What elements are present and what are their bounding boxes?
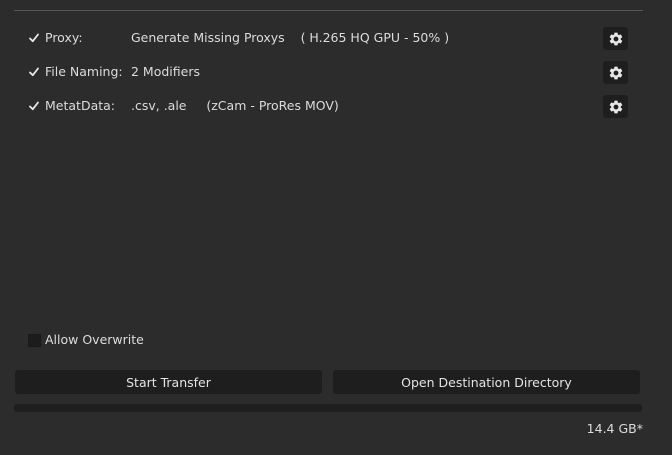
proxy-label: Proxy:	[45, 30, 83, 45]
gear-icon	[609, 32, 622, 45]
proxy-settings-button[interactable]	[603, 27, 628, 50]
option-row-proxy: Proxy: Generate Missing Proxys ( H.265 H…	[0, 27, 672, 51]
metadata-checkbox[interactable]	[28, 100, 40, 112]
file-naming-value: 2 Modifiers	[131, 64, 200, 79]
start-transfer-label: Start Transfer	[126, 374, 211, 390]
open-destination-label: Open Destination Directory	[401, 374, 572, 390]
file-naming-checkbox[interactable]	[28, 66, 40, 78]
metadata-value: .csv, .ale (zCam - ProRes MOV)	[131, 98, 339, 113]
checkmark-icon	[29, 101, 39, 111]
gear-icon	[609, 66, 622, 79]
option-row-metadata: MetatData: .csv, .ale (zCam - ProRes MOV…	[0, 95, 672, 119]
metadata-label: MetatData:	[45, 98, 115, 113]
option-row-file-naming: File Naming: 2 Modifiers	[0, 61, 672, 85]
top-divider	[14, 10, 643, 11]
total-size-readout: 14.4 GB*	[586, 421, 643, 436]
checkmark-icon	[29, 33, 39, 43]
start-transfer-button[interactable]: Start Transfer	[15, 370, 322, 394]
allow-overwrite-checkbox[interactable]	[28, 334, 41, 347]
open-destination-button[interactable]: Open Destination Directory	[333, 370, 640, 394]
allow-overwrite-label: Allow Overwrite	[45, 332, 144, 347]
file-naming-settings-button[interactable]	[603, 61, 628, 84]
file-naming-label: File Naming:	[45, 64, 123, 79]
metadata-settings-button[interactable]	[603, 95, 628, 118]
transfer-progress-bar	[14, 404, 642, 412]
checkmark-icon	[29, 67, 39, 77]
proxy-value: Generate Missing Proxys ( H.265 HQ GPU -…	[131, 30, 450, 45]
gear-icon	[609, 100, 622, 113]
proxy-checkbox[interactable]	[28, 32, 40, 44]
